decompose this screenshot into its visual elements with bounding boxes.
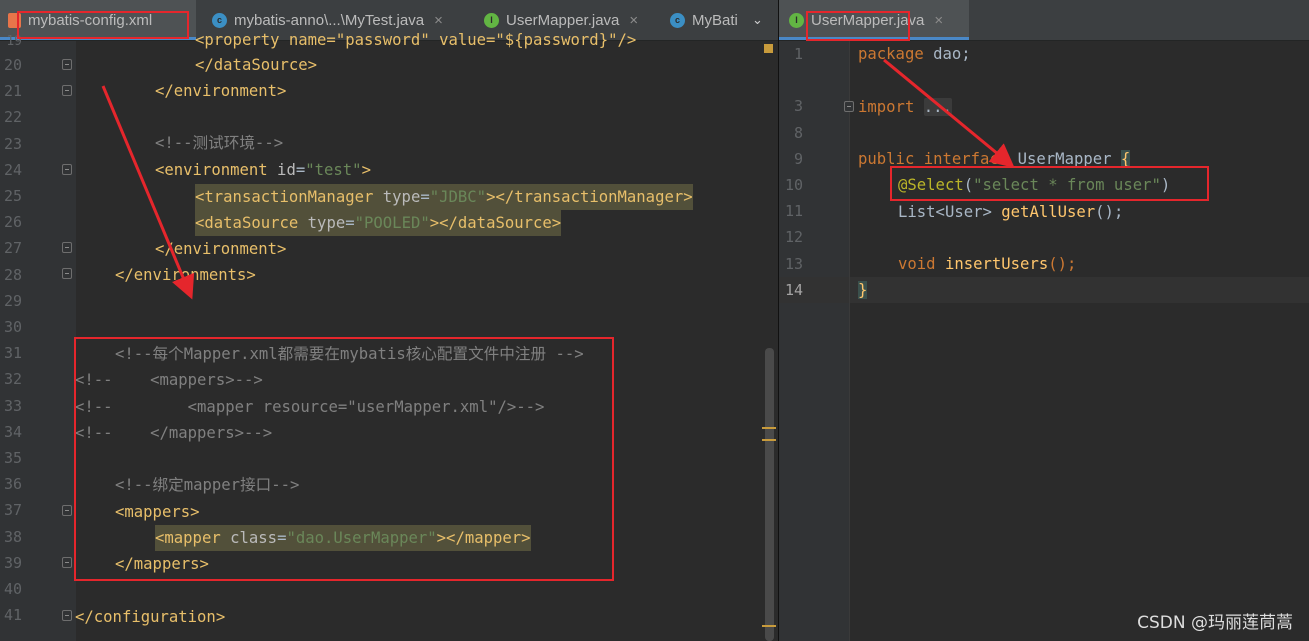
fold-marker-icon[interactable] [62,59,72,70]
partial-code-line: <property name="password" value="${passw… [195,31,637,49]
warning-marker-icon[interactable] [764,44,773,53]
close-icon[interactable]: × [629,12,638,29]
line-number: 41 [3,606,22,625]
gutter-divider [849,41,850,641]
tab-label: MyBati [692,11,738,29]
line-number: 29 [3,291,22,310]
chevron-down-icon[interactable]: ⌄ [752,0,763,40]
line-number: 39 [3,553,22,572]
line-number: 13 [784,254,803,273]
close-icon[interactable]: × [934,12,943,29]
line-number: 33 [3,396,22,415]
fold-marker-icon[interactable] [62,268,72,279]
fold-marker-icon[interactable] [62,164,72,175]
line-number: 27 [3,239,22,258]
line-number: 30 [3,318,22,336]
line-number: 14 [784,280,803,299]
interface-icon: I [484,12,499,28]
line-number: 32 [3,370,22,389]
code-line-26: <dataSource type="POOLED"></dataSource> [195,210,562,236]
code-line-r13: void insertUsers(); [898,255,1077,273]
code-line-r11: List<User> getAllUser(); [898,203,1124,221]
line-number: 24 [3,160,22,179]
line-number: 40 [3,580,22,598]
code-line-20: </dataSource> [195,56,318,74]
fold-marker-icon[interactable] [62,610,72,621]
line-number: 26 [3,213,22,232]
line-number: 21 [3,82,22,101]
line-number: 20 [3,56,22,74]
line-number: 11 [784,202,803,221]
watermark: CSDN @玛丽莲茼蒿 [1137,613,1293,633]
scrollbar-thumb[interactable] [765,348,774,641]
line-number: 10 [784,176,803,194]
fold-marker-icon[interactable] [62,557,72,568]
line-number: 3 [793,97,803,116]
close-icon[interactable]: × [434,12,443,29]
class-icon: c [212,12,227,28]
line-number: 1 [793,45,803,63]
tab-label: mybatis-anno\...\MyTest.java [234,11,425,29]
line-number: 38 [3,527,22,546]
annotation-box-select [890,166,1209,201]
line-number: 34 [3,422,22,441]
line-number: 12 [784,228,803,247]
tab-label: UserMapper.java [506,11,620,29]
error-stripe-marker[interactable] [762,427,776,429]
folded-imports[interactable]: ... [923,98,952,116]
line-number: 36 [3,475,22,494]
fold-marker-icon[interactable] [844,101,854,112]
code-line-41: </configuration> [75,608,226,626]
right-editor-pane: I UserMapper.java × 1 3 8 9 10 11 12 13 14 packa… [779,0,1309,641]
annotation-box-usermapper-tab [806,11,910,41]
error-stripe-marker[interactable] [762,625,776,627]
line-number: 23 [3,134,22,153]
line-number: 31 [3,344,22,363]
line-number: 25 [3,187,22,205]
annotation-box-mappers [74,337,614,581]
interface-icon: I [789,12,804,28]
tab-mybatis-util[interactable]: c MyBati [662,0,738,40]
fold-marker-icon[interactable] [62,242,72,253]
line-number: 28 [3,265,22,284]
line-number: 22 [3,108,22,127]
code-line-25: <transactionManager type="JDBC"></transa… [195,184,693,210]
fold-marker-icon[interactable] [62,85,72,96]
code-line-27: </environment> [155,240,287,258]
code-line-24: <environment id="test"> [155,161,371,179]
code-line-28: </environments> [115,266,256,284]
error-stripe-marker[interactable] [762,439,776,441]
class-icon: c [670,12,685,28]
line-number: 37 [3,501,22,520]
code-line-r1: package dao; [858,45,971,63]
code-line-r14: } [858,281,868,299]
code-line-21: </environment> [155,82,287,100]
line-number: 35 [3,449,22,467]
annotation-box-config-tab [17,11,189,39]
code-line-r3: import ... [858,98,952,116]
line-number: 9 [793,149,803,168]
fold-marker-icon[interactable] [62,505,72,516]
line-number: 8 [793,123,803,142]
code-line-23: <!--测试环境--> [155,134,284,152]
